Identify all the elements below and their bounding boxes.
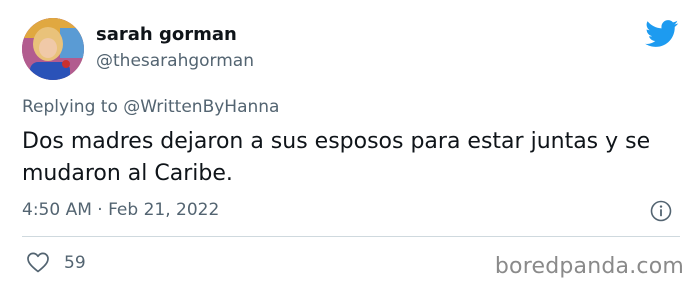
watermark: boredpanda.com: [494, 254, 684, 279]
tweet-text: Dos madres dejaron a sus esposos para es…: [22, 129, 651, 186]
replying-to-prefix: Replying to: [22, 97, 124, 117]
avatar[interactable]: [22, 18, 84, 80]
tweet-timestamp[interactable]: 4:50 AM · Feb 21, 2022: [22, 200, 219, 220]
author-handle[interactable]: @thesarahgorman: [96, 51, 254, 71]
info-icon[interactable]: [650, 200, 672, 222]
divider: [22, 236, 680, 237]
reply-mention-link[interactable]: @WrittenByHanna: [123, 97, 279, 117]
like-count: 59: [64, 253, 86, 273]
author-display-name[interactable]: sarah gorman: [96, 24, 237, 45]
heart-icon[interactable]: [26, 251, 50, 273]
twitter-bird-icon[interactable]: [645, 20, 679, 48]
replying-to: Replying to @WrittenByHanna: [22, 97, 279, 117]
avatar-photo: [22, 18, 84, 80]
